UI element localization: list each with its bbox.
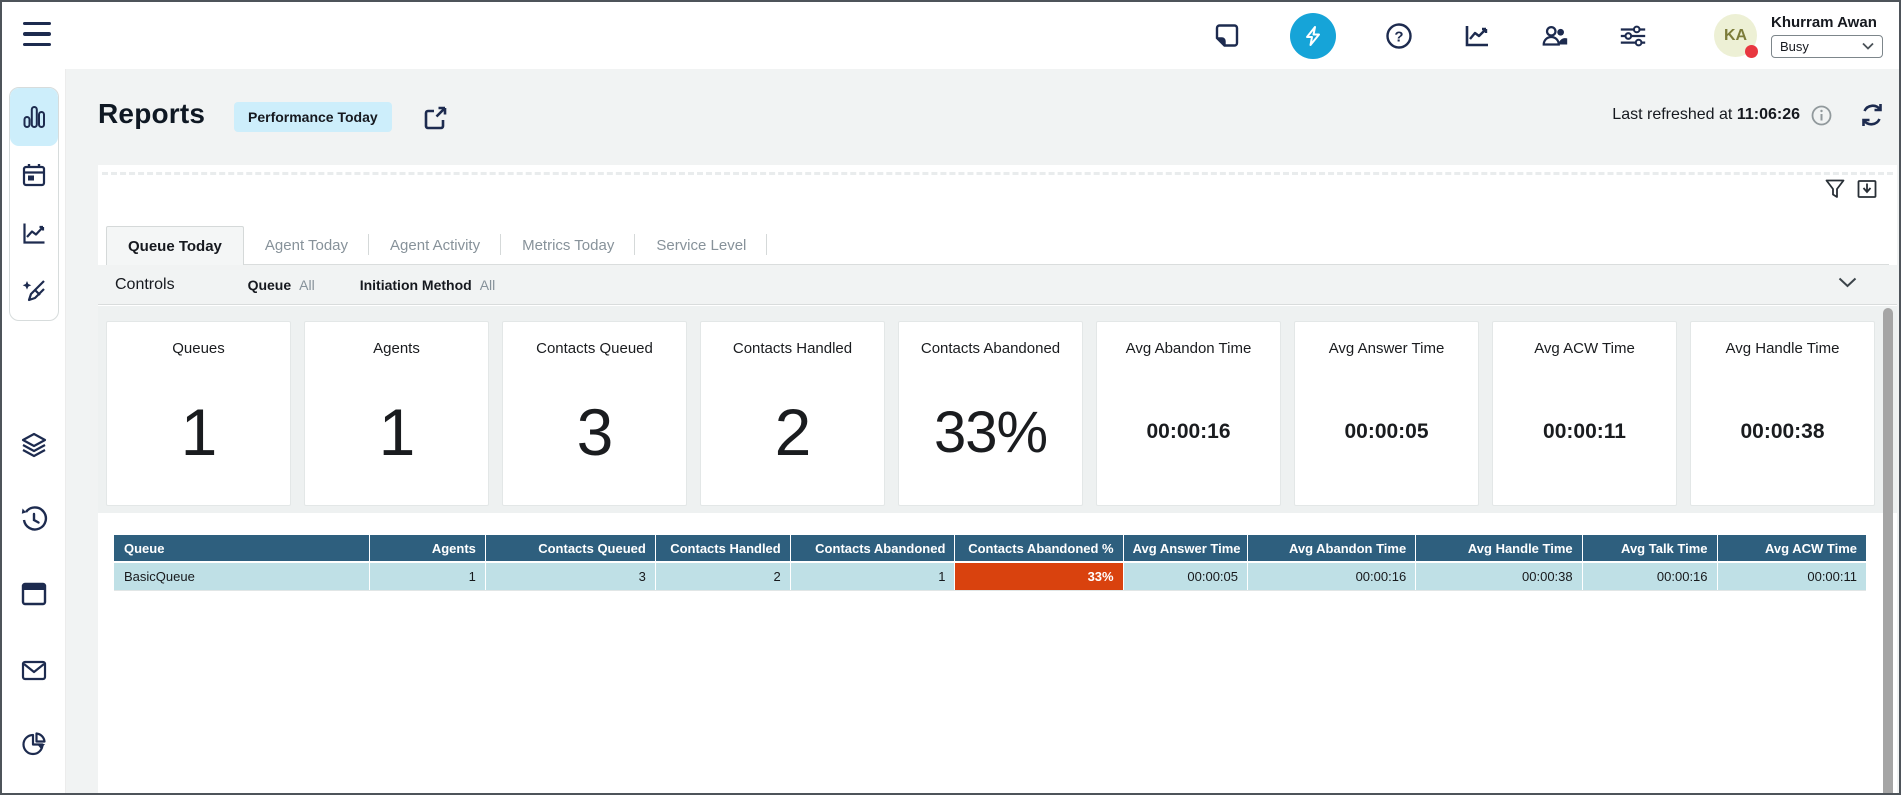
cell-queue-name: BasicQueue <box>114 562 370 590</box>
metrics-chart-icon[interactable] <box>1462 21 1492 51</box>
report-type-badge[interactable]: Performance Today <box>234 102 392 132</box>
filter-initiation-method[interactable]: Initiation Method All <box>360 277 496 293</box>
col-agents[interactable]: Agents <box>370 535 486 562</box>
cell-agents: 1 <box>370 562 486 590</box>
controls-row: Controls Queue All Initiation Method All <box>98 265 1897 305</box>
col-avg-handle-time[interactable]: Avg Handle Time <box>1416 535 1582 562</box>
sidebar-item-realtime-metrics[interactable] <box>10 88 58 146</box>
sidebar-item-history[interactable] <box>2 500 66 540</box>
col-contacts-queued[interactable]: Contacts Queued <box>485 535 655 562</box>
sidebar-item-layers[interactable] <box>2 425 66 465</box>
controls-label: Controls <box>115 276 175 294</box>
bar-chart-icon <box>21 104 47 130</box>
users-icon[interactable] <box>1540 21 1570 51</box>
col-queue[interactable]: Queue <box>114 535 370 562</box>
browser-window-icon <box>20 581 48 607</box>
col-avg-abandon-time[interactable]: Avg Abandon Time <box>1248 535 1416 562</box>
quick-actions-lightning-button[interactable] <box>1290 13 1336 59</box>
hamburger-menu-icon[interactable] <box>23 22 51 46</box>
tab-queue-today[interactable]: Queue Today <box>106 226 244 265</box>
top-bar: ? KA Khurram Awan Busy <box>2 2 1899 69</box>
avatar-initials: KA <box>1724 27 1747 45</box>
help-icon[interactable]: ? <box>1384 21 1414 51</box>
report-panel: Queue Today Agent Today Agent Activity M… <box>98 165 1897 795</box>
avatar[interactable]: KA <box>1714 14 1757 57</box>
chevron-down-icon <box>1862 42 1874 50</box>
status-select-value: Busy <box>1780 39 1809 54</box>
open-external-icon[interactable] <box>422 105 448 131</box>
card-avg-handle-time: Avg Handle Time 00:00:38 <box>1690 321 1875 506</box>
table-row[interactable]: BasicQueue 1 3 2 1 33% 00:00:05 00:00:16… <box>114 562 1866 590</box>
info-icon[interactable] <box>1811 105 1832 126</box>
line-chart-icon <box>21 220 47 246</box>
tab-agent-activity[interactable]: Agent Activity <box>369 226 501 264</box>
busy-status-dot <box>1745 45 1758 58</box>
card-contacts-abandoned: Contacts Abandoned 33% <box>898 321 1083 506</box>
col-contacts-handled[interactable]: Contacts Handled <box>655 535 790 562</box>
cell-avg-talk-time: 00:00:16 <box>1582 562 1717 590</box>
cell-contacts-handled: 2 <box>655 562 790 590</box>
card-avg-answer-time: Avg Answer Time 00:00:05 <box>1294 321 1479 506</box>
note-icon[interactable] <box>1212 21 1242 51</box>
svg-text:?: ? <box>1394 28 1403 45</box>
sidebar-item-scheduled-reports[interactable] <box>10 146 58 204</box>
magic-brush-icon <box>21 278 47 304</box>
panel-divider <box>102 172 1893 175</box>
user-name: Khurram Awan <box>1771 14 1883 31</box>
cell-avg-acw-time: 00:00:11 <box>1717 562 1866 590</box>
cell-avg-answer-time: 00:00:05 <box>1123 562 1247 590</box>
card-agents: Agents 1 <box>304 321 489 506</box>
sidebar-item-historical-metrics[interactable] <box>10 204 58 262</box>
col-avg-answer-time[interactable]: Avg Answer Time <box>1123 535 1247 562</box>
col-contacts-abandoned[interactable]: Contacts Abandoned <box>790 535 955 562</box>
col-contacts-abandoned-pct[interactable]: Contacts Abandoned % <box>955 535 1123 562</box>
tab-metrics-today[interactable]: Metrics Today <box>501 226 635 264</box>
tab-agent-today[interactable]: Agent Today <box>244 226 369 264</box>
cell-avg-abandon-time: 00:00:16 <box>1248 562 1416 590</box>
download-icon[interactable] <box>1856 178 1878 200</box>
last-refreshed-text: Last refreshed at 11:06:26 <box>1612 106 1800 124</box>
cell-contacts-queued: 3 <box>485 562 655 590</box>
filter-queue[interactable]: Queue All <box>248 277 315 293</box>
calendar-icon <box>21 162 47 188</box>
page-title: Reports <box>98 98 205 130</box>
sidebar-item-pie-reports[interactable] <box>2 724 66 764</box>
col-avg-acw-time[interactable]: Avg ACW Time <box>1717 535 1866 562</box>
cell-avg-handle-time: 00:00:38 <box>1416 562 1582 590</box>
sidebar-item-window[interactable] <box>2 574 66 614</box>
metric-cards-area: Queues 1 Agents 1 Contacts Queued 3 Cont… <box>98 306 1897 513</box>
refresh-icon[interactable] <box>1859 102 1885 128</box>
queue-metrics-table: Queue Agents Contacts Queued Contacts Ha… <box>114 535 1866 591</box>
card-contacts-handled: Contacts Handled 2 <box>700 321 885 506</box>
report-tabs: Queue Today Agent Today Agent Activity M… <box>106 226 1889 265</box>
filter-icon[interactable] <box>1824 178 1846 200</box>
controls-collapse-chevron-icon[interactable] <box>1838 277 1857 288</box>
mail-icon <box>20 658 48 682</box>
refresh-block: Last refreshed at 11:06:26 <box>1612 98 1885 132</box>
cell-contacts-abandoned: 1 <box>790 562 955 590</box>
cell-contacts-abandoned-pct: 33% <box>955 562 1123 590</box>
vertical-scrollbar[interactable] <box>1883 308 1893 795</box>
table-header-row: Queue Agents Contacts Queued Contacts Ha… <box>114 535 1866 562</box>
sidebar-item-report-designer[interactable] <box>10 262 58 320</box>
card-avg-abandon-time: Avg Abandon Time 00:00:16 <box>1096 321 1281 506</box>
status-select[interactable]: Busy <box>1771 35 1883 58</box>
tab-service-level[interactable]: Service Level <box>635 226 767 264</box>
layers-icon <box>20 431 48 459</box>
sidebar-item-mail[interactable] <box>2 650 66 690</box>
settings-sliders-icon[interactable] <box>1618 21 1648 51</box>
card-contacts-queued: Contacts Queued 3 <box>502 321 687 506</box>
history-clock-icon <box>20 506 48 534</box>
pie-chart-icon <box>20 730 48 758</box>
card-queues: Queues 1 <box>106 321 291 506</box>
app-window: ? KA Khurram Awan Busy <box>0 0 1901 795</box>
col-avg-talk-time[interactable]: Avg Talk Time <box>1582 535 1717 562</box>
user-block: KA Khurram Awan Busy <box>1714 14 1883 58</box>
topbar-actions: ? KA Khurram Awan Busy <box>1212 2 1883 69</box>
sidebar-report-group <box>9 87 59 321</box>
sidebar <box>2 69 66 795</box>
card-avg-acw-time: Avg ACW Time 00:00:11 <box>1492 321 1677 506</box>
